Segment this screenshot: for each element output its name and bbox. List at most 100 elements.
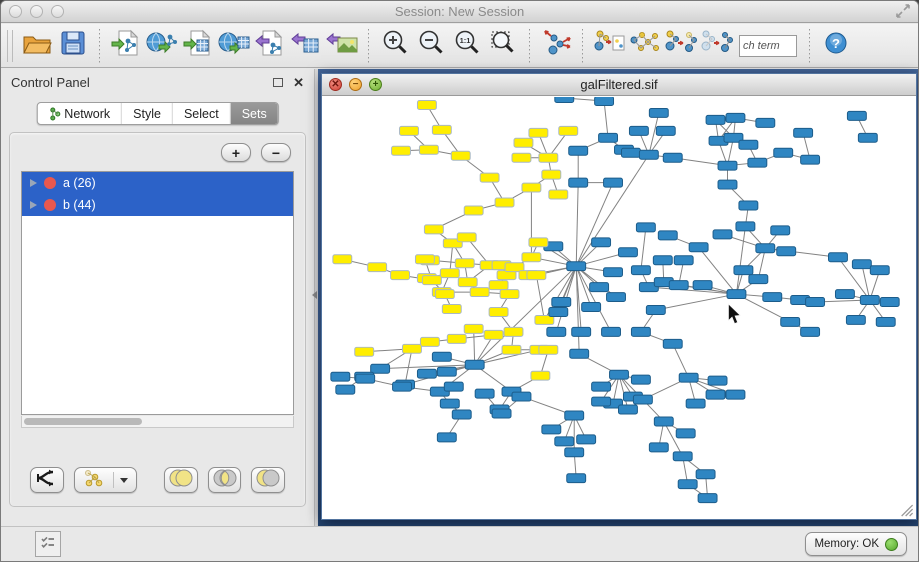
zoom-actual-size-button[interactable]: 1:1 — [449, 27, 485, 65]
zoom-in-button[interactable] — [377, 27, 413, 65]
graph-node-blue-node[interactable] — [678, 480, 697, 489]
add-set-button[interactable]: + — [221, 143, 251, 162]
intersection-sets-button[interactable] — [208, 467, 242, 493]
graph-node-blue-node[interactable] — [465, 360, 484, 369]
graph-node-yellow-set-node[interactable] — [529, 238, 548, 247]
graph-node-yellow-set-node[interactable] — [419, 145, 438, 154]
graph-node-blue-node[interactable] — [656, 126, 675, 135]
close-window-button[interactable] — [9, 5, 22, 18]
graph-node-yellow-set-node[interactable] — [424, 225, 443, 234]
graph-node-blue-node[interactable] — [572, 327, 591, 336]
graph-edge[interactable] — [474, 329, 475, 365]
graph-node-blue-node[interactable] — [602, 327, 621, 336]
graph-node-blue-node[interactable] — [858, 133, 877, 142]
graph-node-yellow-set-node[interactable] — [417, 100, 436, 109]
graph-node-yellow-set-node[interactable] — [539, 345, 558, 354]
remove-set-button[interactable]: − — [261, 143, 291, 162]
expand-triangle-icon[interactable] — [30, 201, 37, 209]
graph-node-yellow-set-node[interactable] — [522, 253, 541, 262]
graph-node-yellow-set-node[interactable] — [512, 153, 531, 162]
zoom-window-button[interactable] — [51, 5, 64, 18]
graph-node-blue-node[interactable] — [801, 155, 820, 164]
graph-node-yellow-set-node[interactable] — [542, 170, 561, 179]
graph-edge[interactable] — [765, 248, 838, 257]
scrollbar-thumb[interactable] — [24, 418, 142, 425]
new-network-from-selection-button[interactable] — [591, 27, 627, 65]
graph-node-yellow-set-node[interactable] — [495, 198, 514, 207]
graph-node-blue-node[interactable] — [636, 223, 655, 232]
graph-node-blue-node[interactable] — [794, 128, 813, 137]
graph-node-yellow-set-node[interactable] — [420, 337, 439, 346]
graph-node-yellow-set-node[interactable] — [500, 290, 519, 299]
graph-node-blue-node[interactable] — [649, 443, 668, 452]
graph-node-blue-node[interactable] — [696, 470, 715, 479]
graph-node-yellow-set-node[interactable] — [447, 334, 466, 343]
graph-node-yellow-set-node[interactable] — [480, 173, 499, 182]
graph-node-yellow-set-node[interactable] — [415, 255, 434, 264]
graph-node-yellow-set-node[interactable] — [489, 281, 508, 290]
graph-node-blue-node[interactable] — [860, 296, 879, 305]
frame-maximize-icon[interactable]: + — [369, 78, 382, 91]
close-panel-icon[interactable]: ✕ — [293, 76, 304, 89]
graph-node-blue-node[interactable] — [674, 256, 693, 265]
graph-node-blue-node[interactable] — [739, 140, 758, 149]
graph-node-yellow-set-node[interactable] — [451, 151, 470, 160]
graph-node-yellow-set-node[interactable] — [457, 233, 476, 242]
frame-minimize-icon[interactable]: − — [349, 78, 362, 91]
horizontal-scrollbar[interactable] — [21, 416, 294, 428]
graph-node-blue-node[interactable] — [590, 283, 609, 292]
zoom-out-button[interactable] — [413, 27, 449, 65]
search-input[interactable] — [739, 35, 797, 57]
graph-node-blue-node[interactable] — [806, 298, 825, 307]
graph-node-blue-node[interactable] — [870, 266, 889, 275]
graph-node-blue-node[interactable] — [774, 148, 793, 157]
graph-edge[interactable] — [656, 294, 737, 310]
network-canvas[interactable] — [322, 97, 916, 519]
graph-node-blue-node[interactable] — [371, 364, 390, 373]
graph-node-blue-node[interactable] — [734, 266, 753, 275]
graph-node-blue-node[interactable] — [599, 133, 618, 142]
save-session-button[interactable] — [55, 27, 91, 65]
graph-node-blue-node[interactable] — [639, 150, 658, 159]
graph-node-blue-node[interactable] — [512, 392, 531, 401]
graph-node-blue-node[interactable] — [604, 178, 623, 187]
graph-node-blue-node[interactable] — [567, 262, 586, 271]
import-table-file-button[interactable] — [180, 27, 216, 65]
graph-node-blue-node[interactable] — [577, 435, 596, 444]
tab-style[interactable]: Style — [122, 103, 173, 124]
graph-node-blue-node[interactable] — [331, 372, 350, 381]
graph-node-blue-node[interactable] — [669, 281, 688, 290]
float-panel-icon[interactable] — [273, 78, 283, 87]
graph-node-yellow-set-node[interactable] — [355, 347, 374, 356]
graph-node-blue-node[interactable] — [658, 231, 677, 240]
graph-node-blue-node[interactable] — [649, 108, 668, 117]
graph-node-blue-node[interactable] — [582, 303, 601, 312]
graph-node-blue-node[interactable] — [686, 399, 705, 408]
graph-node-blue-node[interactable] — [595, 97, 614, 105]
graph-node-blue-node[interactable] — [880, 298, 899, 307]
graph-node-yellow-set-node[interactable] — [531, 371, 550, 380]
graph-node-yellow-set-node[interactable] — [464, 206, 483, 215]
graph-node-blue-node[interactable] — [846, 315, 865, 324]
graph-node-blue-node[interactable] — [777, 247, 796, 256]
graph-node-blue-node[interactable] — [629, 126, 648, 135]
frame-close-icon[interactable]: ✕ — [329, 78, 342, 91]
graph-node-blue-node[interactable] — [570, 349, 589, 358]
graph-node-yellow-set-node[interactable] — [392, 146, 411, 155]
graph-edge[interactable] — [536, 275, 544, 320]
graph-node-blue-node[interactable] — [708, 376, 727, 385]
graph-node-yellow-set-node[interactable] — [484, 330, 503, 339]
graph-node-yellow-set-node[interactable] — [403, 344, 422, 353]
graph-node-blue-node[interactable] — [417, 369, 436, 378]
graph-node-yellow-set-node[interactable] — [422, 276, 441, 285]
graph-node-yellow-set-node[interactable] — [559, 126, 578, 135]
graph-node-blue-node[interactable] — [549, 308, 568, 317]
import-table-web-button[interactable] — [216, 27, 252, 65]
graph-node-blue-node[interactable] — [726, 390, 745, 399]
graph-node-yellow-set-node[interactable] — [504, 327, 523, 336]
network-frame[interactable]: ✕ − + galFiltered.sif — [321, 73, 917, 520]
graph-node-yellow-set-node[interactable] — [470, 288, 489, 297]
list-item-set-a[interactable]: a (26) — [22, 172, 293, 194]
graph-node-blue-node[interactable] — [748, 158, 767, 167]
graph-node-blue-node[interactable] — [679, 373, 698, 382]
